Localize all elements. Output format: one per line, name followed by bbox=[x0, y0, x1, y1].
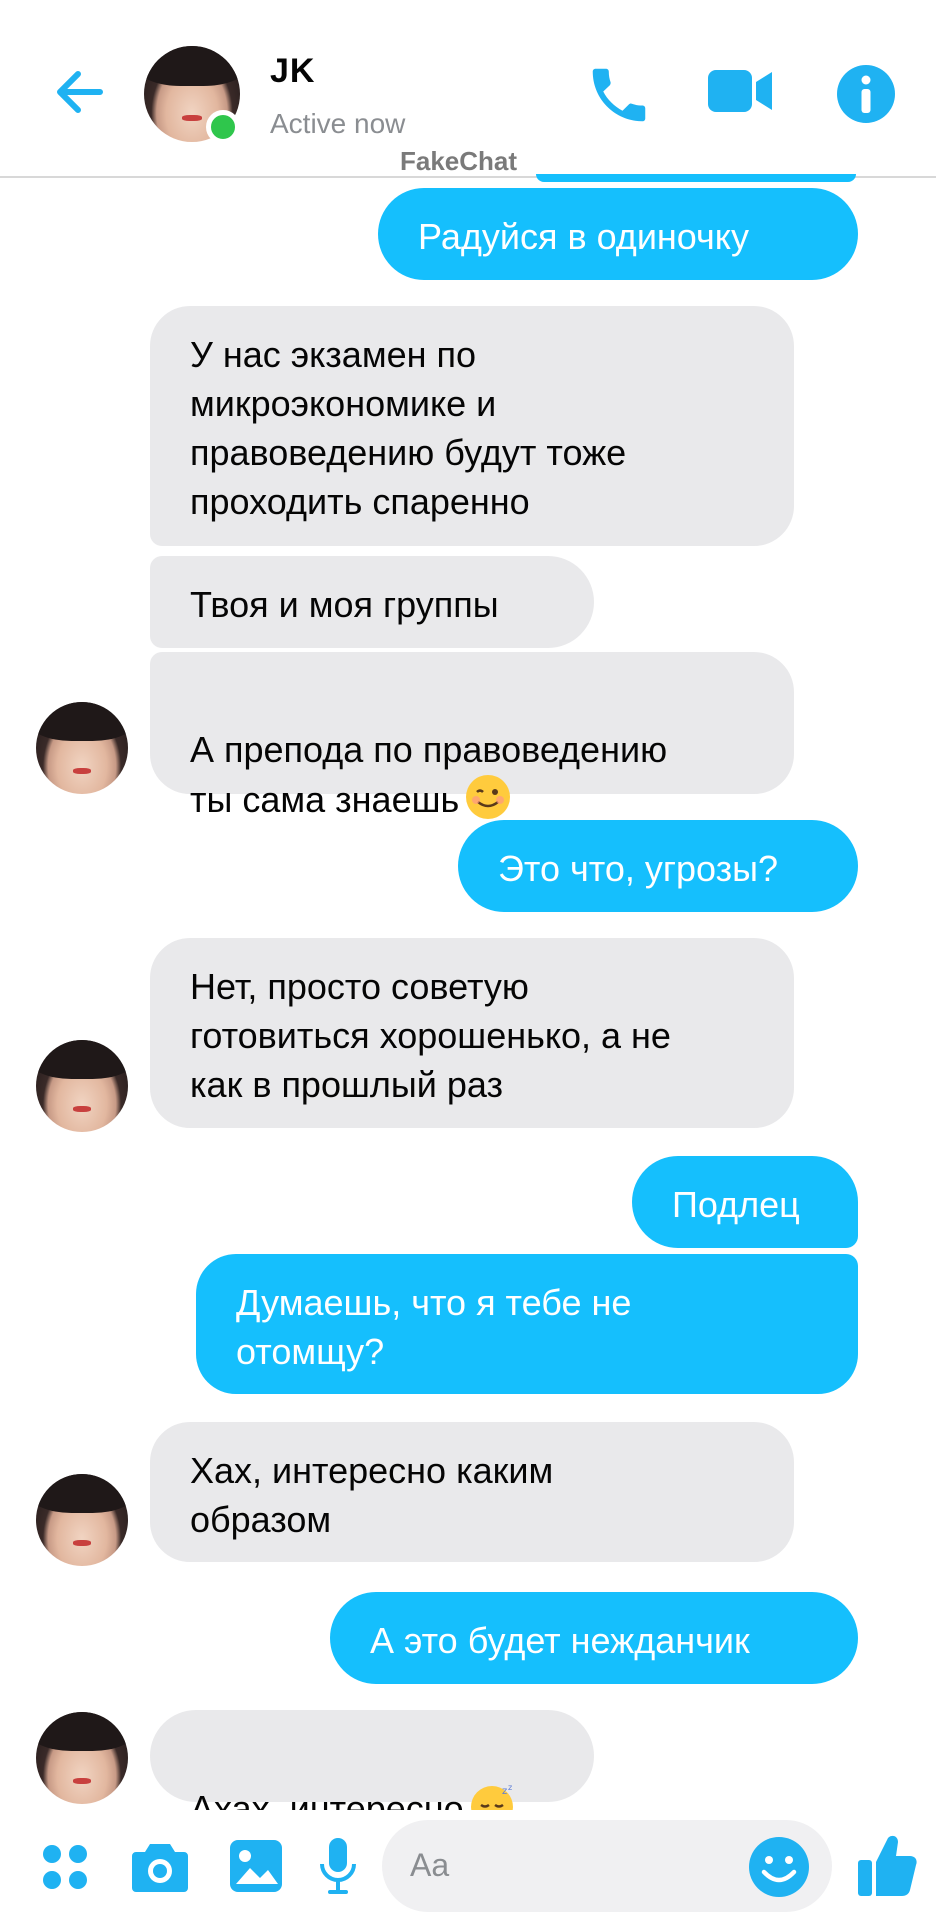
gallery-icon bbox=[230, 1840, 282, 1892]
incoming-message[interactable]: Нет, просто советую готовиться хорошеньк… bbox=[150, 938, 794, 1128]
back-button[interactable] bbox=[48, 60, 112, 124]
incoming-message[interactable]: Хах, интересно каким образом bbox=[150, 1422, 794, 1562]
microphone-button[interactable] bbox=[318, 1836, 358, 1898]
incoming-message[interactable]: Твоя и моя группы bbox=[150, 556, 594, 648]
thumbs-up-icon bbox=[858, 1835, 917, 1896]
video-camera-icon bbox=[708, 70, 772, 112]
winking-face-icon bbox=[465, 774, 511, 820]
message-text: А препода по правоведению ты сама знаешь bbox=[190, 729, 668, 820]
contact-message-avatar[interactable] bbox=[36, 1474, 128, 1566]
apps-icon bbox=[43, 1845, 87, 1889]
phone-icon bbox=[592, 68, 646, 122]
outgoing-message[interactable]: А это будет нежданчик bbox=[330, 1592, 858, 1684]
contact-status: Active now bbox=[270, 108, 406, 139]
incoming-message[interactable]: У нас экзамен по микроэкономике и правов… bbox=[150, 306, 794, 546]
svg-text:z: z bbox=[502, 1786, 507, 1797]
message-input-placeholder: Aa bbox=[410, 1847, 450, 1883]
contact-message-avatar[interactable] bbox=[36, 1040, 128, 1132]
voice-call-button[interactable] bbox=[584, 60, 654, 130]
camera-icon bbox=[132, 1844, 188, 1892]
contact-name[interactable]: JK bbox=[270, 52, 315, 91]
contact-message-avatar[interactable] bbox=[36, 1712, 128, 1804]
emoji-icon bbox=[749, 1837, 809, 1897]
info-icon bbox=[837, 65, 895, 123]
online-status-indicator bbox=[206, 110, 240, 144]
chat-screen: JK Active now FakeChat Радуйся в одиночк… bbox=[0, 0, 936, 1920]
gallery-button[interactable] bbox=[228, 1838, 284, 1894]
video-call-button[interactable] bbox=[706, 66, 776, 116]
camera-button[interactable] bbox=[130, 1840, 190, 1894]
contact-message-avatar[interactable] bbox=[36, 702, 128, 794]
chat-header: JK Active now FakeChat bbox=[0, 0, 936, 178]
apps-button[interactable] bbox=[40, 1842, 90, 1892]
microphone-icon bbox=[320, 1838, 356, 1894]
outgoing-message[interactable]: Радуйся в одиночку bbox=[378, 188, 858, 280]
outgoing-message[interactable]: Думаешь, что я тебе не отомщу? bbox=[196, 1254, 858, 1394]
info-button[interactable] bbox=[836, 64, 896, 124]
like-button[interactable] bbox=[856, 1832, 918, 1898]
incoming-message[interactable]: Ахах, интересно z z bbox=[150, 1710, 594, 1829]
arrow-left-icon bbox=[57, 71, 103, 113]
previous-message-edge bbox=[536, 174, 856, 182]
outgoing-message[interactable]: Это что, угрозы? bbox=[458, 820, 858, 912]
emoji-button[interactable] bbox=[748, 1836, 810, 1898]
svg-text:z: z bbox=[508, 1783, 512, 1792]
outgoing-message[interactable]: Подлец bbox=[632, 1156, 858, 1248]
incoming-message[interactable]: А препода по правоведению ты сама знаешь bbox=[150, 652, 794, 820]
watermark: FakeChat bbox=[400, 146, 518, 176]
